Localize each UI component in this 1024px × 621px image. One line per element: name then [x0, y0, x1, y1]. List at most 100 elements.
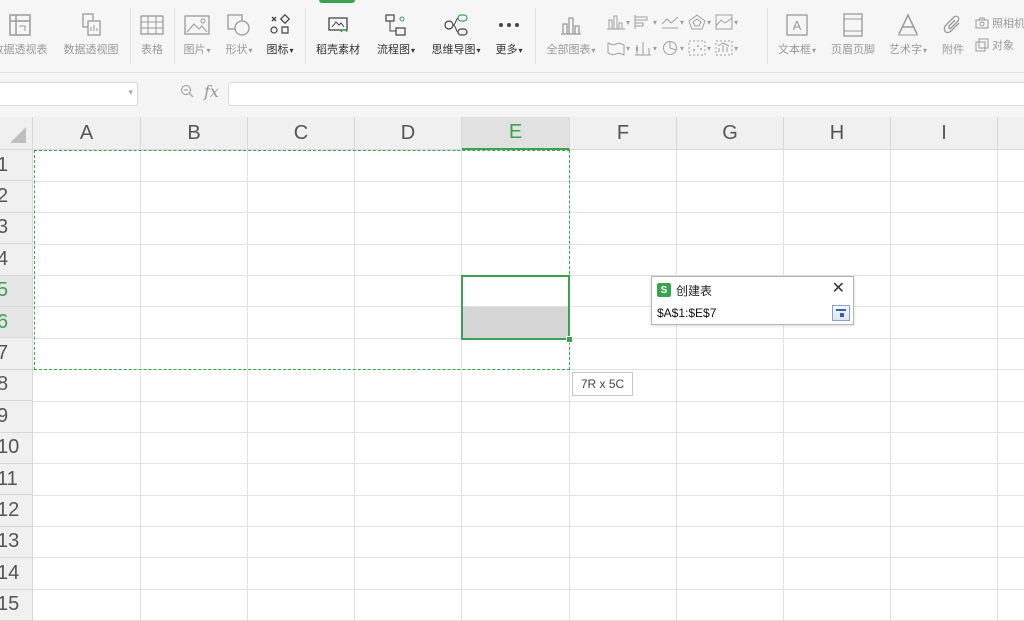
- radar-chart-button[interactable]: ▾: [688, 14, 711, 30]
- ribbon-label: 图片: [183, 44, 206, 56]
- header-footer-button[interactable]: 页眉页脚: [826, 0, 880, 72]
- ribbon-label: 图标: [266, 44, 289, 56]
- row-header-6[interactable]: 6: [0, 307, 33, 339]
- row-header-10[interactable]: 10: [0, 432, 33, 464]
- row-number: 12: [0, 499, 20, 522]
- divider: [174, 8, 175, 64]
- zoom-search-icon[interactable]: [180, 84, 194, 101]
- pivot-table-button[interactable]: 数据透视表: [0, 0, 52, 72]
- row-header-7[interactable]: 7: [0, 338, 33, 370]
- docer-material-button[interactable]: 稻壳素材: [310, 0, 366, 72]
- column-header-a[interactable]: A: [33, 117, 141, 150]
- object-button[interactable]: 对象: [975, 34, 1024, 56]
- bar-chart-button[interactable]: ▾: [634, 14, 657, 30]
- chevron-down-icon[interactable]: ▾: [128, 87, 133, 98]
- select-all-button[interactable]: [0, 117, 33, 150]
- collapse-dialog-icon[interactable]: [832, 305, 850, 321]
- textbox-button[interactable]: A 文本框▾: [772, 0, 822, 72]
- column-header-f[interactable]: F: [570, 117, 677, 150]
- column-header-h[interactable]: H: [784, 117, 891, 150]
- name-box[interactable]: ▾: [0, 82, 138, 106]
- active-selection-box[interactable]: [461, 275, 570, 340]
- ribbon-label: 全部图表: [546, 44, 591, 56]
- stock-chart-button[interactable]: ▾: [634, 40, 657, 56]
- wordart-button[interactable]: 艺术字▾: [884, 0, 932, 72]
- camera-label: 照相机: [992, 18, 1024, 30]
- mindmap-icon: [443, 12, 469, 38]
- more-button[interactable]: 更多▾: [490, 0, 528, 72]
- column-header-c[interactable]: C: [248, 117, 355, 150]
- row-header-8[interactable]: 8: [0, 369, 33, 402]
- ribbon-label: 思维导图: [431, 44, 476, 56]
- fill-handle[interactable]: [566, 336, 573, 343]
- row-header-4[interactable]: 4: [0, 244, 33, 276]
- column-chart-button[interactable]: ▾: [607, 14, 630, 30]
- row-header-3[interactable]: 3: [0, 212, 33, 245]
- column-header-i[interactable]: I: [891, 117, 998, 150]
- ribbon-label: 文本框: [777, 44, 811, 56]
- row-header-9[interactable]: 9: [0, 401, 33, 433]
- map-chart-button[interactable]: ▾: [607, 40, 630, 56]
- flowchart-button[interactable]: 流程图▾: [372, 0, 420, 72]
- line-chart-icon: [661, 16, 679, 29]
- formula-bar: ▾ fx: [0, 73, 1024, 117]
- dialog-title-bar[interactable]: S 创建表: [652, 277, 853, 303]
- picture-icon: [184, 12, 210, 38]
- close-icon[interactable]: ✕: [832, 281, 845, 297]
- mindmap-button[interactable]: 思维导图▾: [426, 0, 486, 72]
- row-header-14[interactable]: 14: [0, 558, 33, 590]
- attachment-button[interactable]: 附件: [936, 0, 970, 72]
- row-header-1[interactable]: 1: [0, 150, 33, 182]
- shape-icon: [226, 12, 252, 38]
- row-header-15[interactable]: 15: [0, 589, 33, 621]
- pivot-chart-icon: [80, 12, 102, 38]
- pie-chart-button[interactable]: ▾: [661, 40, 684, 56]
- row-number: 5: [0, 279, 8, 302]
- wps-logo-icon: S: [657, 283, 671, 297]
- row-header-2[interactable]: 2: [0, 181, 33, 213]
- range-input[interactable]: $A$1:$E$7: [654, 304, 831, 322]
- ribbon-label: 形状: [225, 44, 248, 56]
- row-number: 6: [0, 311, 8, 334]
- row-header-13[interactable]: 13: [0, 526, 33, 559]
- formula-input[interactable]: [228, 82, 1024, 106]
- scatter-chart-button[interactable]: ▾: [688, 40, 711, 56]
- header-footer-icon: [842, 12, 864, 38]
- docer-material-icon: [326, 12, 350, 38]
- row-header-5[interactable]: 5: [0, 275, 33, 307]
- fx-button[interactable]: fx: [204, 82, 219, 101]
- row-header-12[interactable]: 12: [0, 495, 33, 527]
- wordart-icon: [896, 12, 920, 38]
- ribbon-label: 附件: [942, 44, 964, 56]
- ribbon-label: 页眉页脚: [831, 44, 875, 56]
- combo-chart-icon: [715, 40, 733, 56]
- column-chart-icon: [607, 15, 625, 30]
- icons-icon: [269, 12, 291, 38]
- column-header-b[interactable]: B: [141, 117, 248, 150]
- row-number: 13: [0, 530, 20, 553]
- row-number: 3: [0, 216, 8, 239]
- icons-button[interactable]: 图标▾: [262, 0, 298, 72]
- pivot-chart-button[interactable]: 数据透视图: [59, 0, 123, 72]
- select-all-triangle-icon: [10, 127, 26, 143]
- column-header-g[interactable]: G: [677, 117, 784, 150]
- column-header-e[interactable]: E: [462, 117, 570, 150]
- ribbon-toolbar: 数据透视表 数据透视图 表格 图片▾ 形状▾ 图标▾: [0, 0, 1024, 73]
- column-header-j[interactable]: [998, 117, 1024, 150]
- camera-button[interactable]: 照相机: [975, 12, 1024, 34]
- area-chart-button[interactable]: ▾: [715, 14, 738, 30]
- svg-text:A: A: [793, 18, 802, 33]
- ribbon-label: 稻壳素材: [316, 44, 360, 56]
- row-number: 15: [0, 593, 20, 616]
- row-number: 9: [0, 405, 8, 428]
- shape-button[interactable]: 形状▾: [220, 0, 258, 72]
- table-button[interactable]: 表格: [135, 0, 169, 72]
- combo-chart-button[interactable]: ▾: [715, 40, 738, 56]
- row-header-11[interactable]: 11: [0, 464, 33, 496]
- row-number: 4: [0, 248, 8, 271]
- area-chart-icon: [715, 14, 733, 30]
- picture-button[interactable]: 图片▾: [178, 0, 216, 72]
- line-chart-button[interactable]: ▾: [661, 14, 684, 30]
- all-charts-button[interactable]: 全部图表▾: [540, 0, 602, 72]
- column-header-d[interactable]: D: [355, 117, 462, 150]
